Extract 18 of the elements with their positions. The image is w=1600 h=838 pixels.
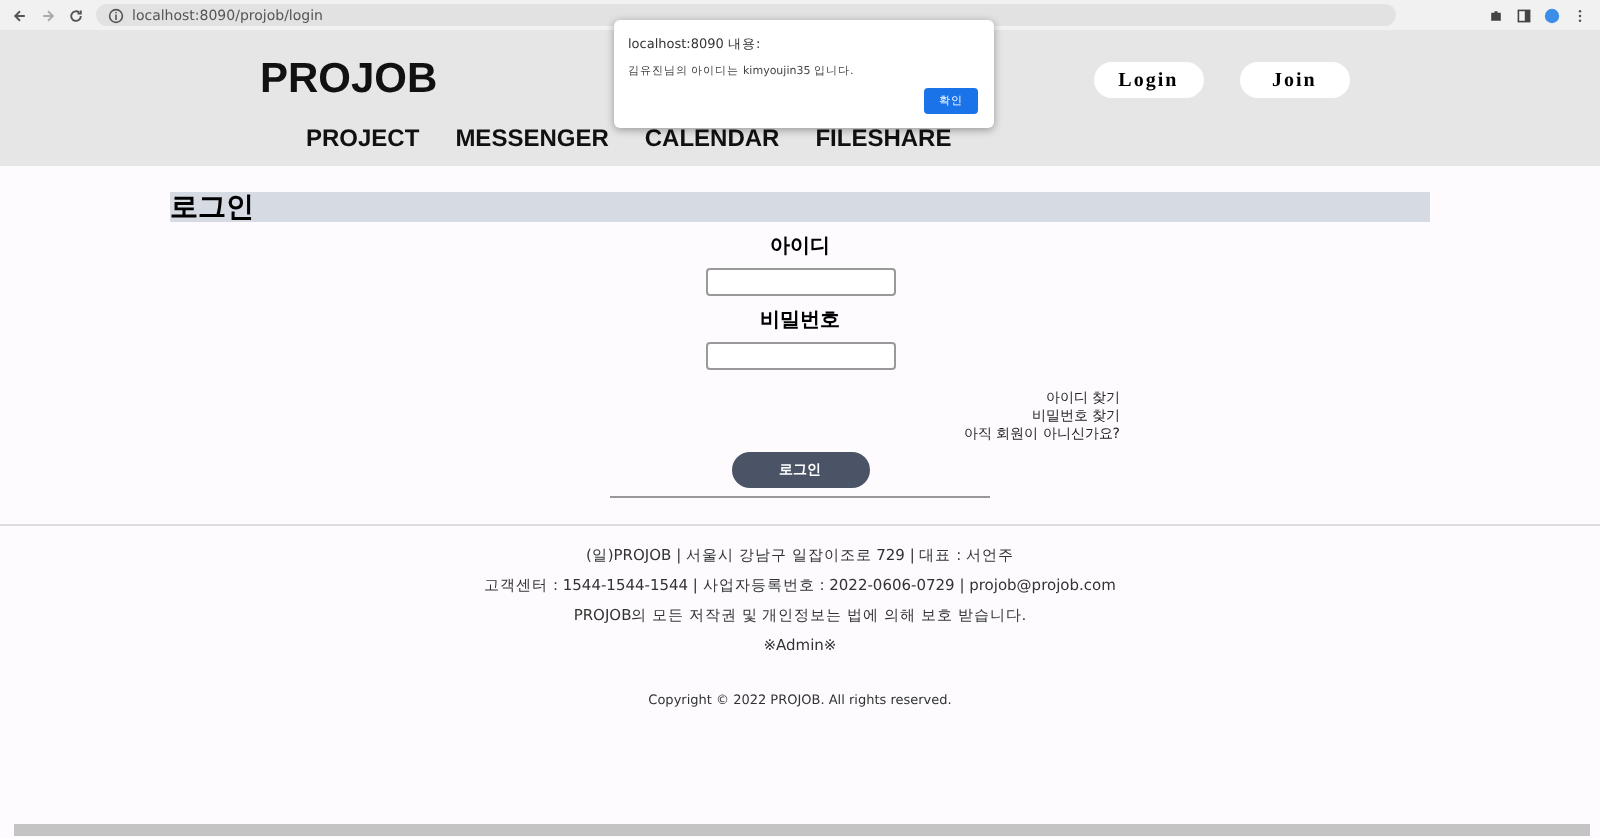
field-label: 아이디: [770, 234, 830, 260]
password-input-field[interactable]: [705, 342, 895, 370]
nav-link[interactable]: FILESHARE: [815, 124, 952, 152]
field-label: 비밀번호: [760, 308, 840, 334]
horizontal-scrollbar[interactable]: [14, 824, 1590, 836]
nav-link[interactable]: CALENDAR: [644, 124, 780, 152]
page-title: 로그인: [170, 189, 254, 225]
logo[interactable]: PROJOB: [260, 56, 438, 104]
auth-button[interactable]: Join: [1239, 62, 1350, 98]
back-icon[interactable]: [12, 7, 28, 23]
info-icon: [108, 7, 124, 23]
nav-link[interactable]: PROJECT: [306, 124, 420, 152]
side-panel-icon[interactable]: [1516, 7, 1532, 23]
reload-icon[interactable]: [68, 7, 84, 23]
auth-button[interactable]: Login: [1093, 62, 1204, 98]
id-input-field[interactable]: [705, 268, 895, 296]
profile-icon[interactable]: [1544, 7, 1560, 23]
nav-link[interactable]: MESSENGER: [455, 124, 609, 152]
